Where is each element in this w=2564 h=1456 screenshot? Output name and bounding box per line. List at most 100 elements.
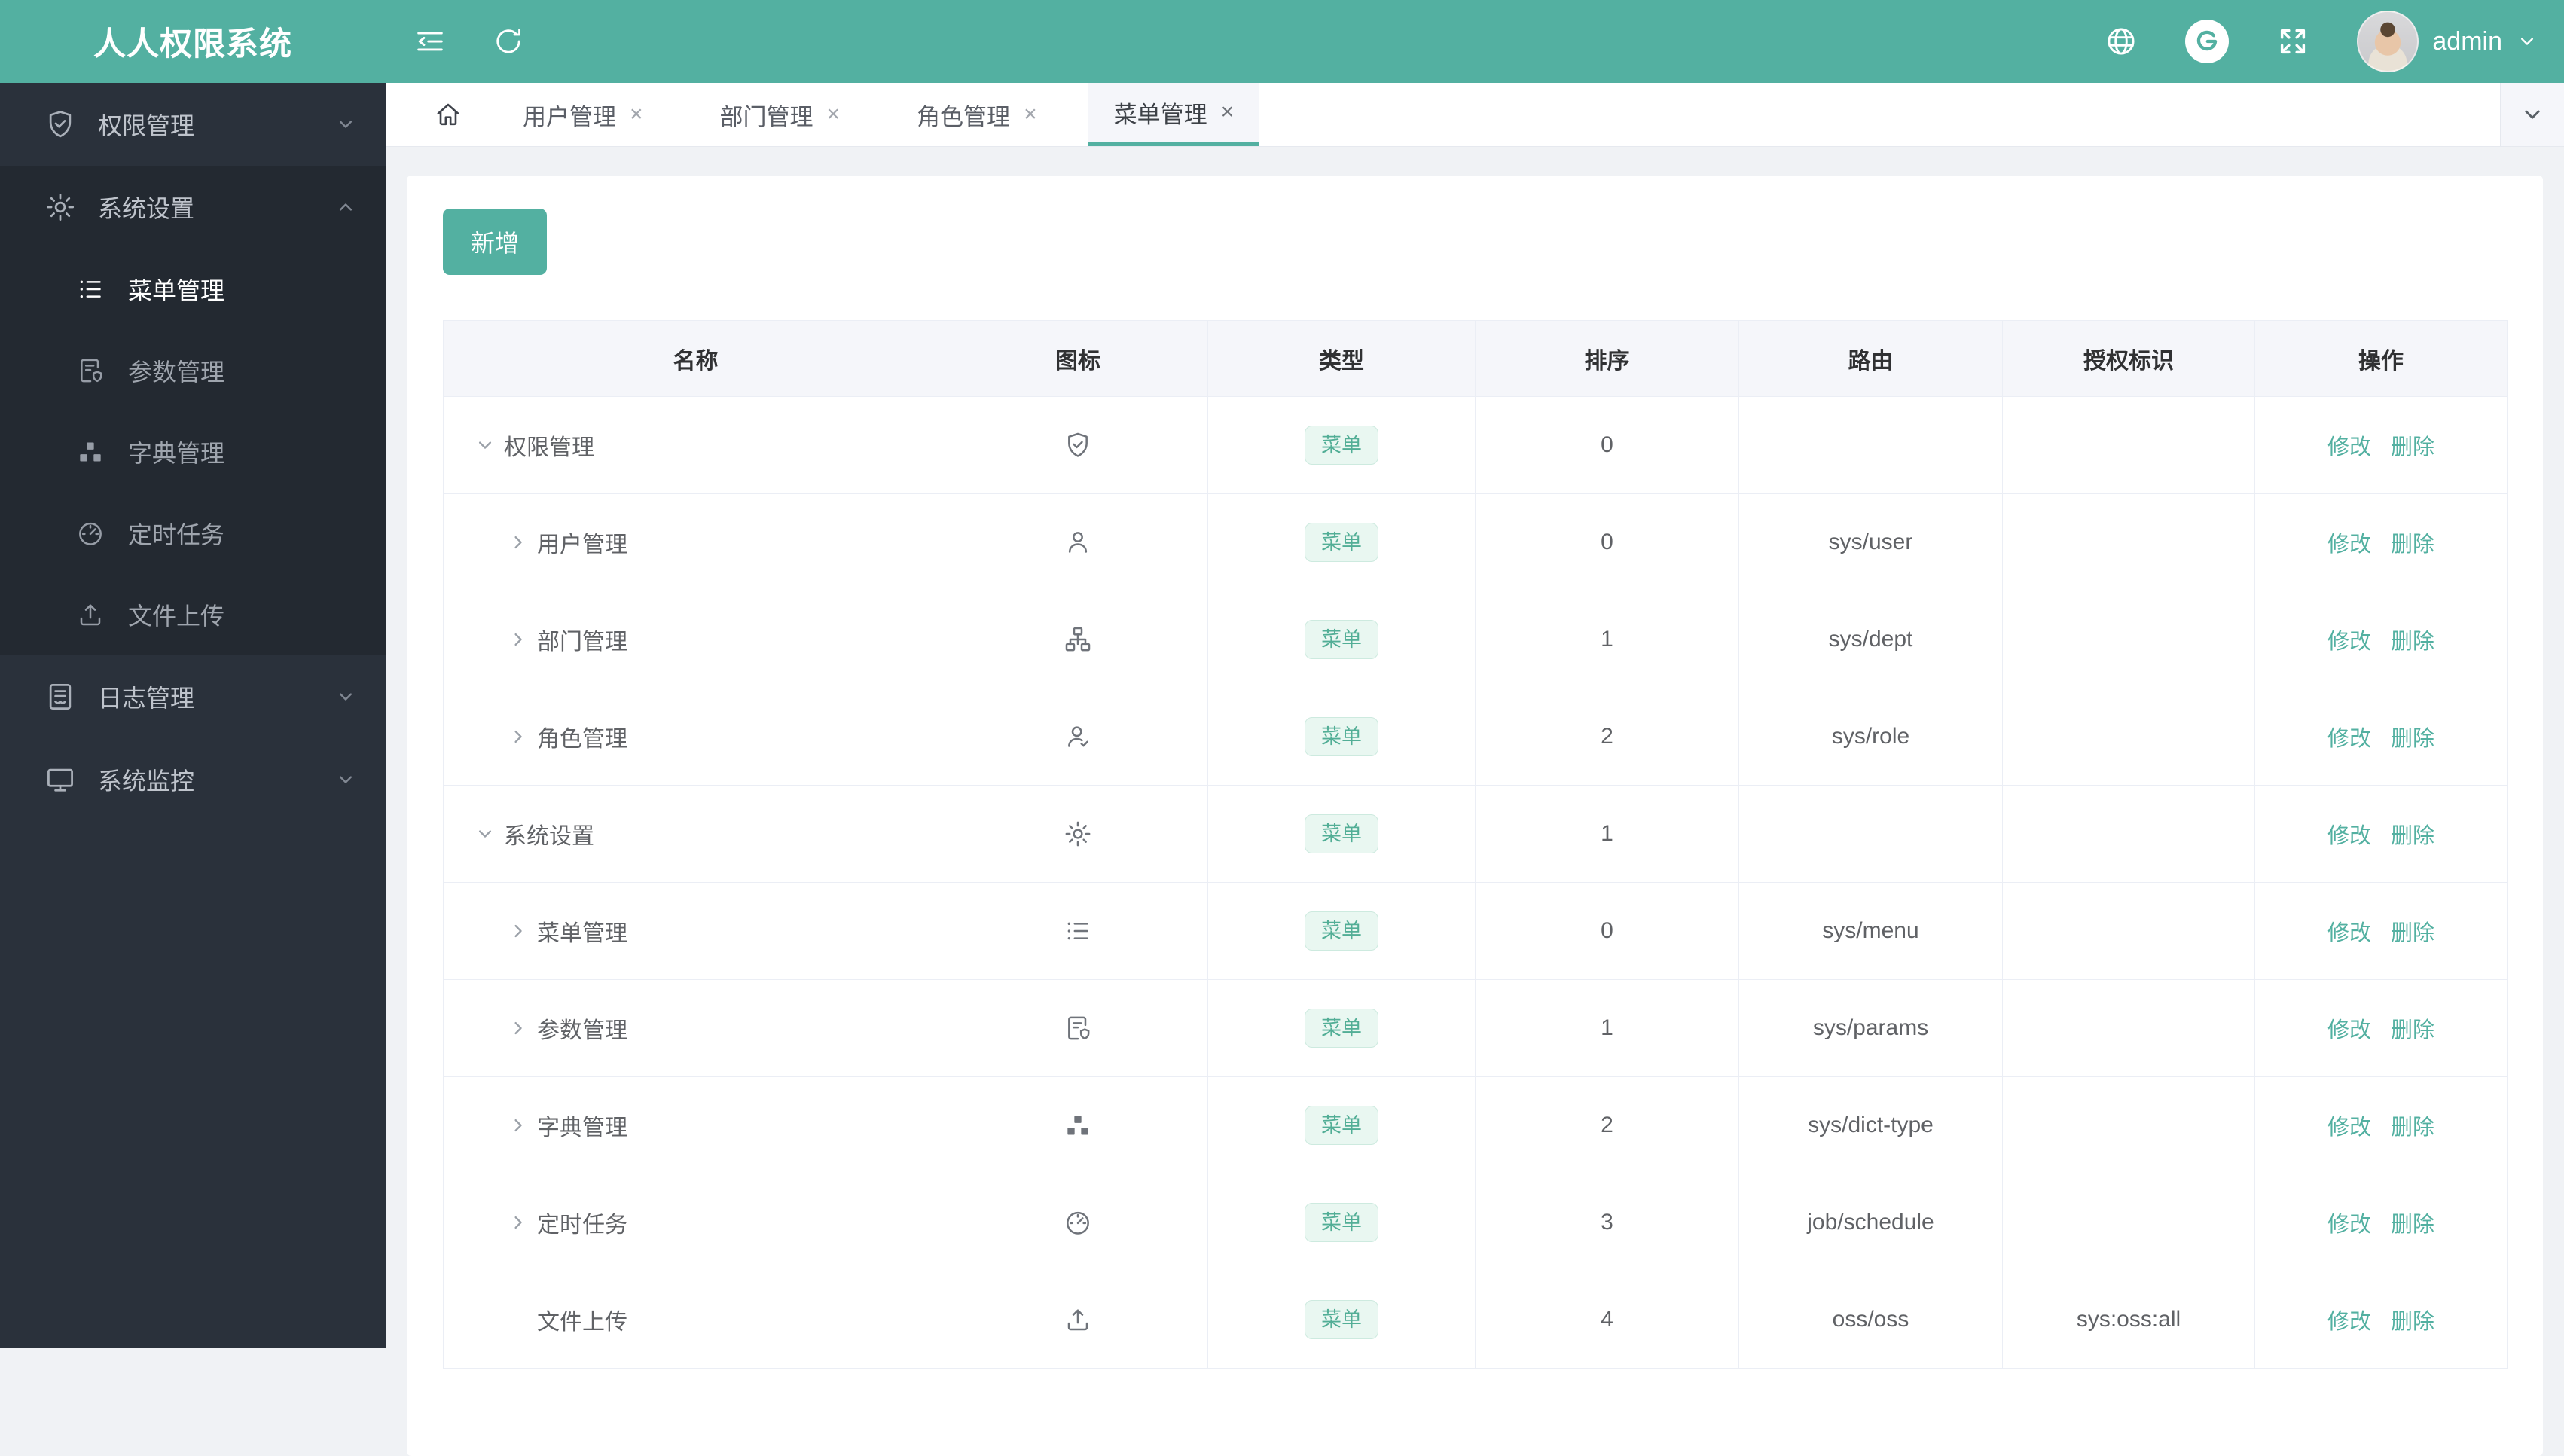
delete-link[interactable]: 删除 (2391, 1116, 2434, 1140)
edit-link[interactable]: 修改 (2327, 1213, 2371, 1237)
globe-icon[interactable] (2104, 24, 2138, 59)
tab-部门管理[interactable]: 部门管理× (694, 83, 866, 146)
type-badge: 菜单 (1305, 523, 1378, 562)
delete-link[interactable]: 删除 (2391, 1310, 2434, 1334)
home-icon (432, 99, 464, 130)
tab-label: 菜单管理 (1114, 96, 1207, 130)
cell-actions: 修改删除 (2255, 883, 2508, 980)
delete-link[interactable]: 删除 (2391, 630, 2434, 654)
avatar[interactable] (2357, 11, 2419, 72)
tabbar: 用户管理×部门管理×角色管理×菜单管理× (386, 83, 2564, 147)
chevron-right-icon[interactable] (507, 1114, 530, 1137)
menu-name: 权限管理 (504, 429, 594, 462)
cell-type: 菜单 (1208, 688, 1476, 786)
edit-link[interactable]: 修改 (2327, 630, 2371, 654)
cell-icon (948, 786, 1208, 883)
chevron-down-icon (334, 113, 357, 136)
fullscreen-icon[interactable] (2276, 24, 2310, 59)
edit-link[interactable]: 修改 (2327, 1018, 2371, 1042)
delete-link[interactable]: 删除 (2391, 921, 2434, 945)
table-row: 角色管理菜单2sys/role修改删除 (444, 688, 2508, 786)
tab-label: 用户管理 (523, 98, 616, 132)
tab-菜单管理[interactable]: 菜单管理 × (1088, 83, 1260, 146)
cell-route: sys/dict-type (1739, 1077, 2003, 1174)
cell-sort: 1 (1476, 980, 1739, 1077)
table-row: 菜单管理菜单0sys/menu修改删除 (444, 883, 2508, 980)
chevron-right-icon[interactable] (507, 1211, 530, 1234)
gitee-icon (2193, 27, 2221, 56)
sidebar-subitem-定时任务[interactable]: 定时任务 (0, 493, 386, 574)
close-icon[interactable]: × (1221, 101, 1235, 124)
cell-perm: sys:oss:all (2003, 1271, 2255, 1369)
chevron-right-icon[interactable] (507, 531, 530, 554)
delete-link[interactable]: 删除 (2391, 1018, 2434, 1042)
add-button[interactable]: 新增 (443, 209, 547, 275)
menu-name: 部门管理 (537, 623, 627, 656)
close-icon[interactable]: × (827, 103, 841, 126)
sidebar-subitem-参数管理[interactable]: 参数管理 (0, 330, 386, 411)
sidebar-item-日志管理[interactable]: 日志管理 (0, 655, 386, 738)
delete-link[interactable]: 删除 (2391, 824, 2434, 848)
chevron-down-icon (334, 768, 357, 791)
tab-home[interactable] (432, 83, 464, 146)
menu-name: 系统设置 (504, 817, 594, 850)
edit-link[interactable]: 修改 (2327, 1310, 2371, 1334)
sidebar-item-系统设置[interactable]: 系统设置 (0, 166, 386, 249)
cell-sort: 3 (1476, 1174, 1739, 1271)
refresh-icon[interactable] (491, 24, 526, 59)
delete-link[interactable]: 删除 (2391, 435, 2434, 459)
sidebar-subitem-字典管理[interactable]: 字典管理 (0, 411, 386, 493)
sidebar-item-权限管理[interactable]: 权限管理 (0, 83, 386, 166)
chevron-right-icon[interactable] (507, 628, 530, 651)
sidebar-item-系统监控[interactable]: 系统监控 (0, 738, 386, 821)
user-menu[interactable]: admin (2357, 11, 2538, 72)
delete-link[interactable]: 删除 (2391, 727, 2434, 751)
sidebar-subitem-label: 菜单管理 (128, 272, 224, 307)
menu-table: 名称图标类型排序路由授权标识操作 权限管理菜单0修改删除用户管理菜单0sys/u… (443, 320, 2508, 1369)
cell-perm (2003, 883, 2255, 980)
chevron-down-icon[interactable] (474, 823, 496, 845)
edit-link[interactable]: 修改 (2327, 824, 2371, 848)
chevron-right-icon[interactable] (507, 1017, 530, 1039)
menu-name: 角色管理 (537, 720, 627, 753)
cell-perm (2003, 688, 2255, 786)
edit-link[interactable]: 修改 (2327, 533, 2371, 557)
gitee-icon[interactable] (2185, 20, 2229, 63)
cell-actions: 修改删除 (2255, 1077, 2508, 1174)
edit-link[interactable]: 修改 (2327, 727, 2371, 751)
chevron-right-icon[interactable] (507, 725, 530, 748)
tab-overflow-button[interactable] (2500, 83, 2564, 146)
table-row: 字典管理菜单2sys/dict-type修改删除 (444, 1077, 2508, 1174)
cell-actions: 修改删除 (2255, 980, 2508, 1077)
sidebar-subitem-文件上传[interactable]: 文件上传 (0, 574, 386, 655)
sidebar-subitem-菜单管理[interactable]: 菜单管理 (0, 249, 386, 330)
delete-link[interactable]: 删除 (2391, 1213, 2434, 1237)
menu-name: 用户管理 (537, 526, 627, 559)
tab-角色管理[interactable]: 角色管理× (891, 83, 1063, 146)
chevron-down-icon[interactable] (474, 434, 496, 456)
menu-name: 定时任务 (537, 1206, 627, 1239)
menu-fold-icon[interactable] (413, 24, 447, 59)
edit-link[interactable]: 修改 (2327, 921, 2371, 945)
cell-sort: 1 (1476, 786, 1739, 883)
log-icon (44, 680, 77, 713)
delete-link[interactable]: 删除 (2391, 533, 2434, 557)
cell-sort: 2 (1476, 688, 1739, 786)
cell-type: 菜单 (1208, 1077, 1476, 1174)
tab-用户管理[interactable]: 用户管理 × (497, 83, 669, 146)
cell-sort: 1 (1476, 591, 1739, 688)
edit-link[interactable]: 修改 (2327, 435, 2371, 459)
close-icon[interactable]: × (1024, 103, 1037, 126)
cell-route (1739, 786, 2003, 883)
sidebar-subitem-label: 参数管理 (128, 353, 224, 388)
chevron-right-icon[interactable] (507, 920, 530, 942)
schedule-icon (1063, 1207, 1093, 1238)
table-row: 定时任务菜单3job/schedule修改删除 (444, 1174, 2508, 1271)
cell-route: job/schedule (1739, 1174, 2003, 1271)
menu-name: 参数管理 (537, 1012, 627, 1045)
cell-icon (948, 980, 1208, 1077)
edit-link[interactable]: 修改 (2327, 1116, 2371, 1140)
close-icon[interactable]: × (630, 103, 643, 126)
upload-icon (1063, 1305, 1093, 1335)
menu-name: 文件上传 (537, 1303, 627, 1336)
